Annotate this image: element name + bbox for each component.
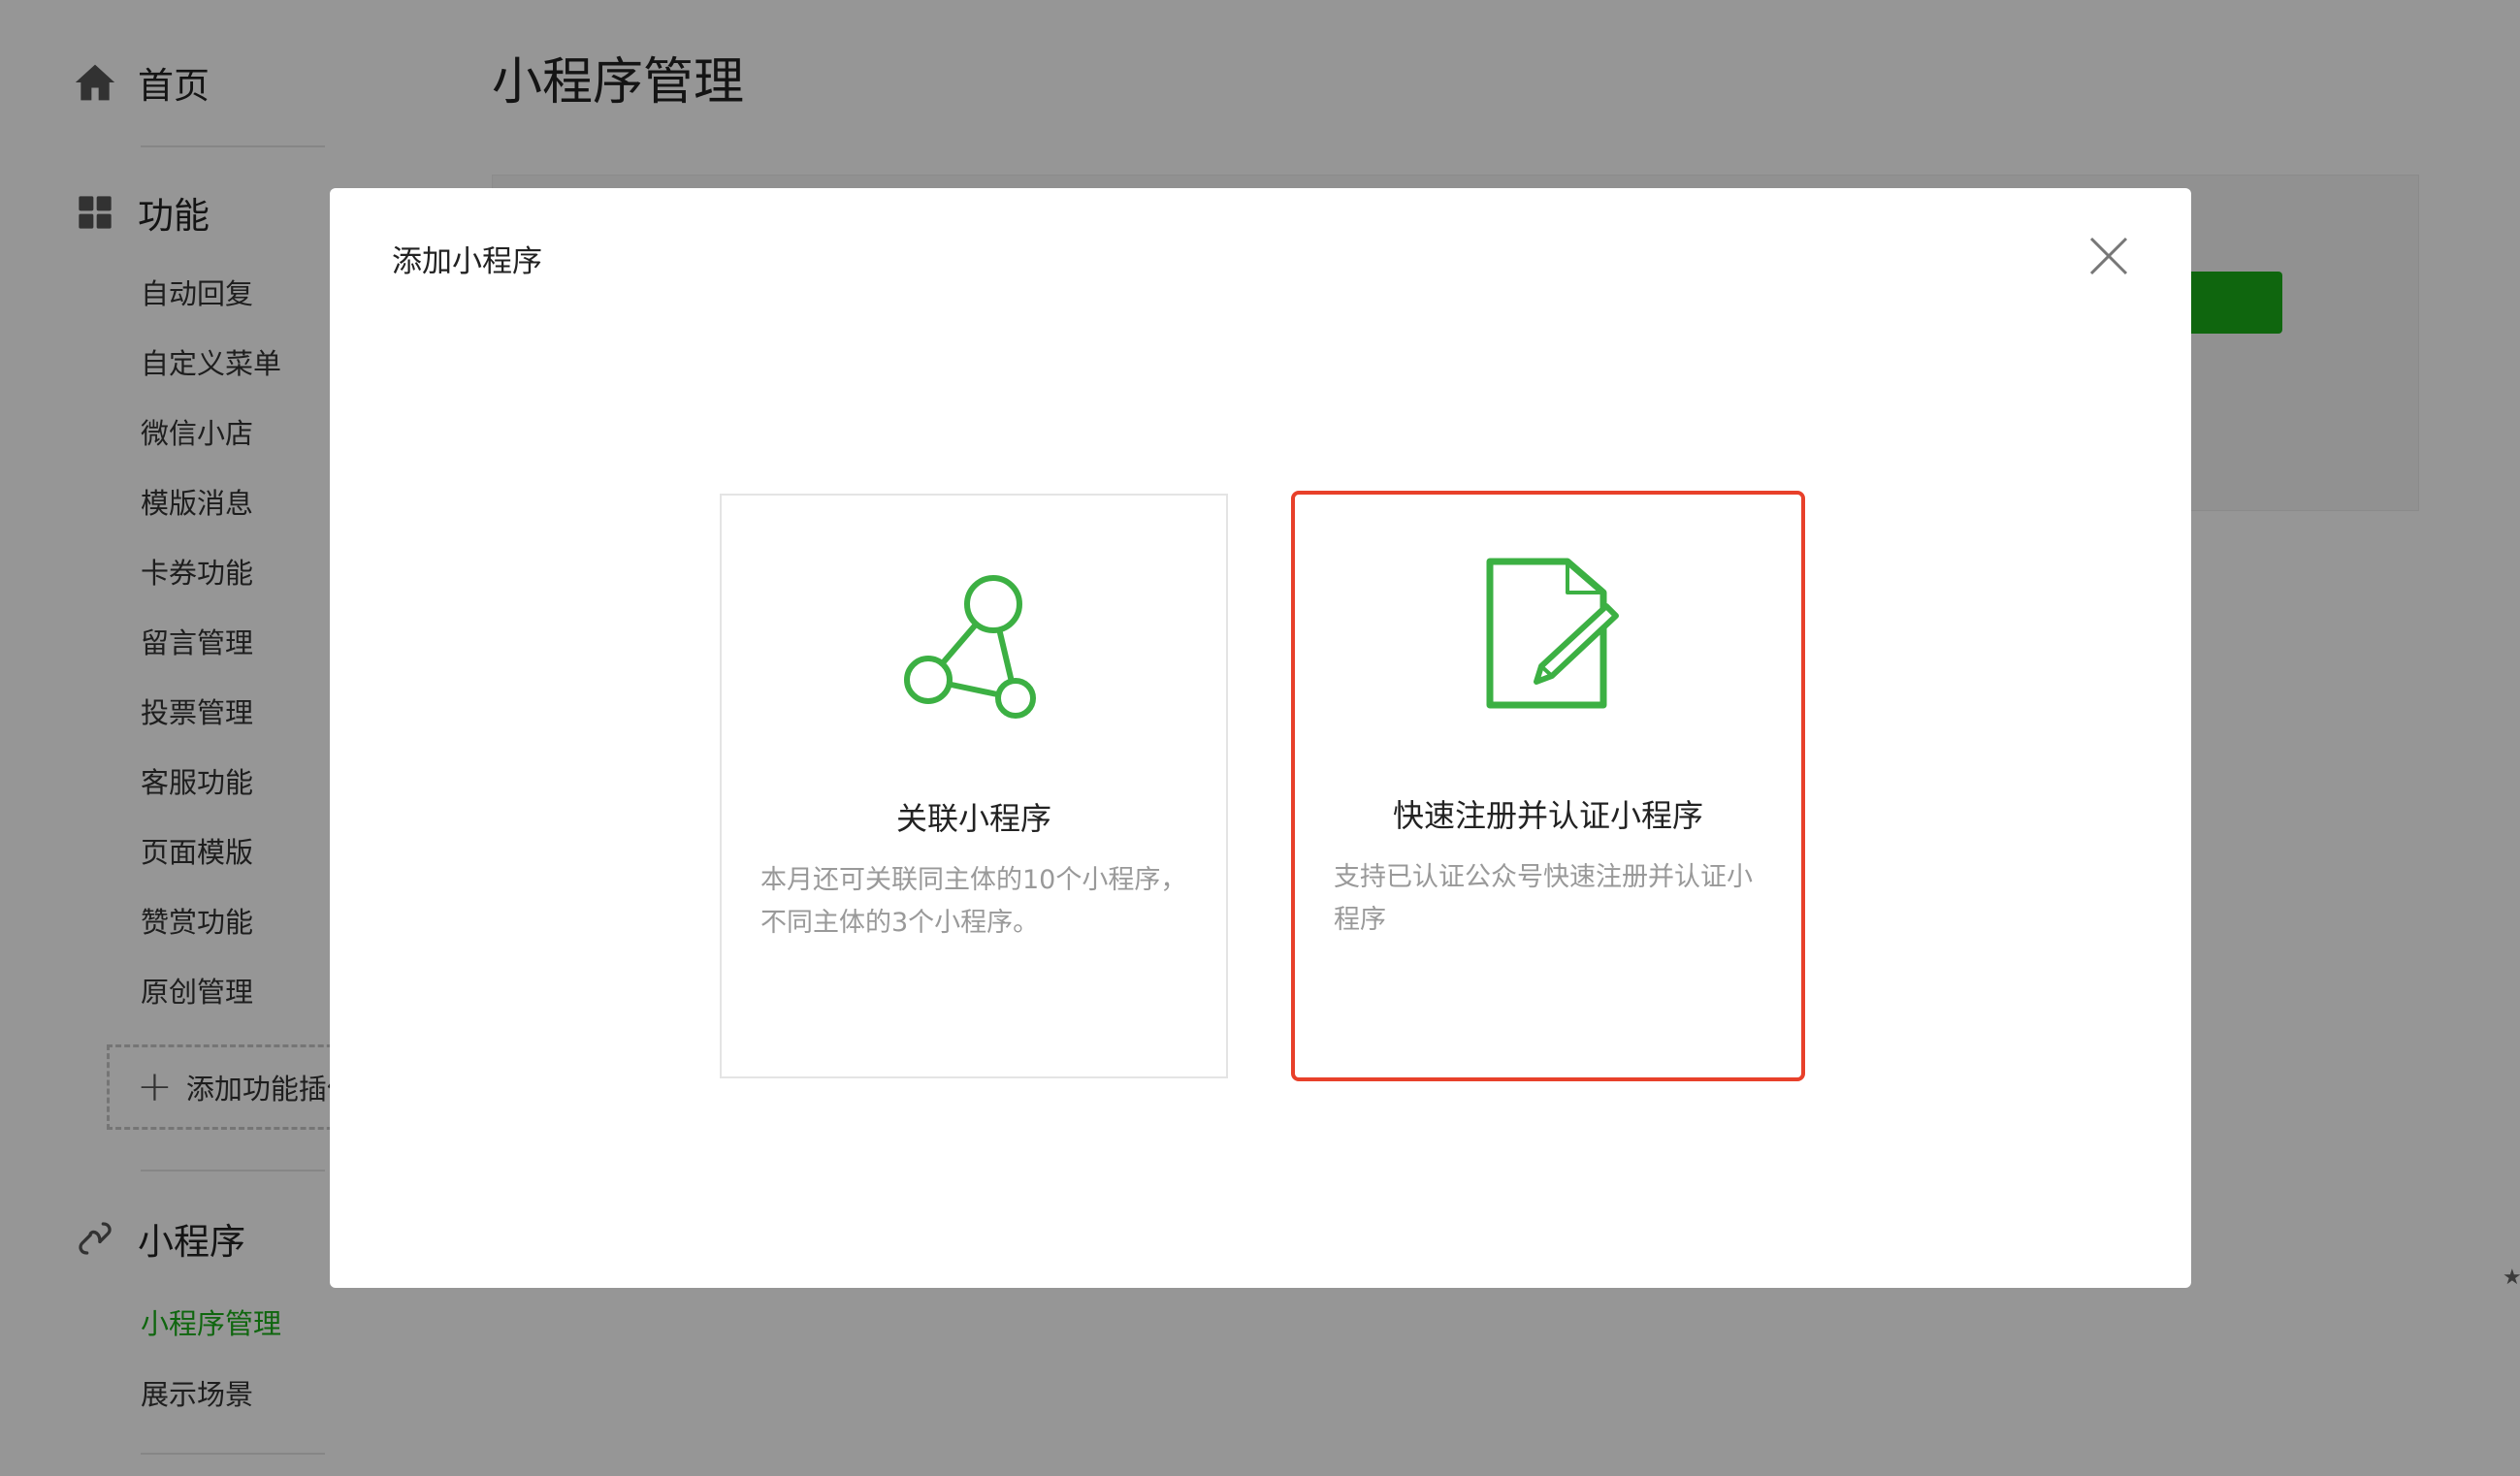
quick-register-mini-program-option[interactable]: 快速注册并认证小程序 支持已认证公众号快速注册并认证小程序 bbox=[1291, 491, 1805, 1081]
option-title: 快速注册并认证小程序 bbox=[1392, 797, 1703, 834]
option-description: 支持已认证公众号快速注册并认证小程序 bbox=[1334, 862, 1753, 935]
share-nodes-icon bbox=[887, 549, 1061, 723]
option-description: 本月还可关联同主体的10个小程序，不同主体的3个小程序。 bbox=[760, 865, 1187, 938]
page: 首页 功能 自动回复 自定义菜单 微信小店 模版消息 卡券功能 留言管理 投票管… bbox=[0, 0, 2520, 1476]
link-mini-program-option[interactable]: 关联小程序 本月还可关联同主体的10个小程序，不同主体的3个小程序。 bbox=[720, 494, 1228, 1078]
option-title: 关联小程序 bbox=[895, 800, 1051, 837]
close-icon[interactable] bbox=[2087, 235, 2130, 277]
add-mini-program-dialog: 添加小程序 关联小程序 本月还可关联同主体的10个小程序，不同主体的3个小程序。… bbox=[330, 188, 2191, 1288]
dialog-title: 添加小程序 bbox=[392, 244, 542, 279]
document-edit-icon bbox=[1461, 548, 1635, 722]
